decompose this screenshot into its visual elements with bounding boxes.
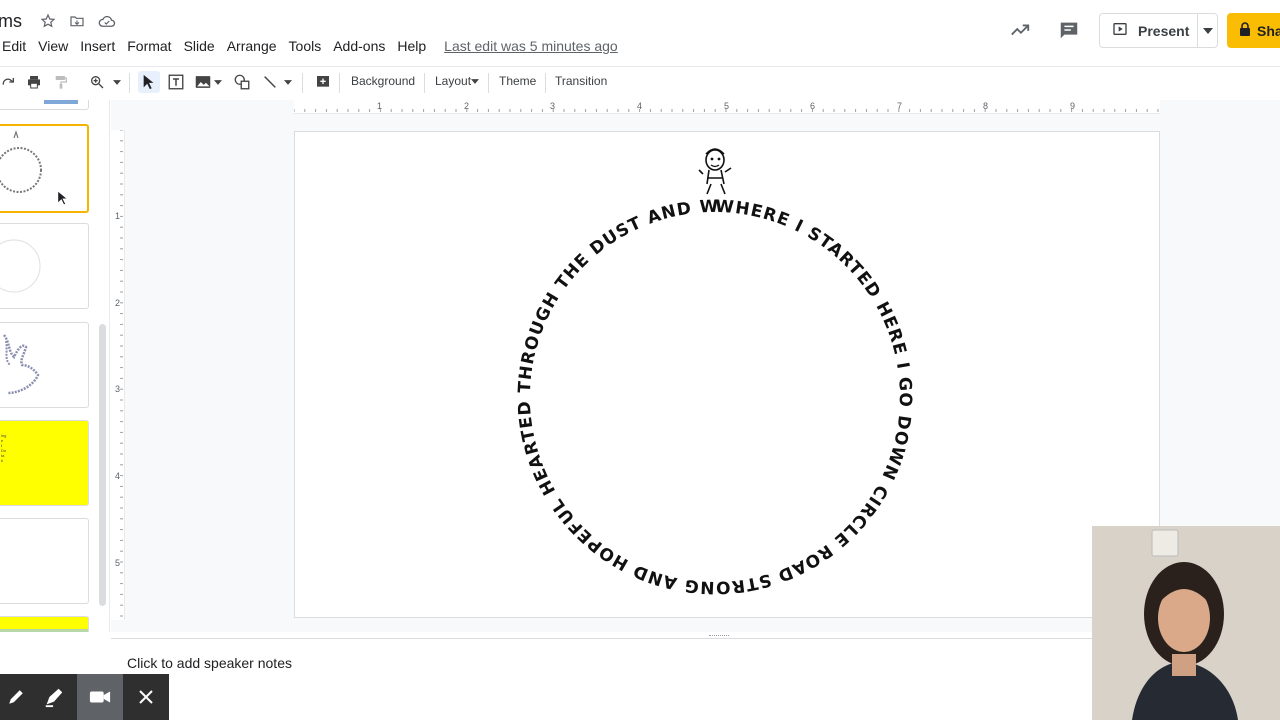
transition-button[interactable]: Transition: [555, 74, 607, 88]
toolbar: Background Layout Theme Transition: [0, 66, 1280, 96]
share-button[interactable]: Sha: [1227, 13, 1280, 48]
zoom-icon[interactable]: [86, 71, 108, 93]
thumbnail-hand-drawing: [2, 334, 40, 395]
filmstrip-scrollbar[interactable]: [99, 324, 106, 606]
annotation-toolbar: [0, 674, 169, 720]
ruler-number: 4: [115, 471, 121, 481]
cloud-status-icon[interactable]: [98, 12, 116, 30]
highlighter-icon[interactable]: [31, 674, 77, 720]
speaker-notes-placeholder[interactable]: Click to add speaker notes: [127, 655, 292, 671]
image-icon[interactable]: [192, 71, 214, 93]
layout-dropdown-icon: [469, 75, 481, 87]
ruler-number: 1: [377, 101, 383, 111]
toolbar-divider: [339, 73, 340, 93]
zoom-dropdown[interactable]: [111, 71, 123, 93]
mouse-cursor-icon: [57, 190, 69, 206]
document-title[interactable]: ms: [0, 11, 22, 32]
toolbar-divider: [302, 73, 303, 93]
slide-thumbnail-green[interactable]: [0, 616, 89, 632]
last-edit-link[interactable]: Last edit was 5 minutes ago: [444, 38, 618, 54]
thumbnail-faint-circle: [0, 239, 41, 293]
slide-thumbnail[interactable]: [0, 322, 89, 408]
ruler-number: 9: [1070, 101, 1076, 111]
ruler-number: 2: [464, 101, 470, 111]
line-dropdown[interactable]: [282, 71, 294, 93]
theme-button[interactable]: Theme: [499, 74, 536, 88]
image-dropdown[interactable]: [212, 71, 224, 93]
present-label: Present: [1138, 22, 1190, 39]
menu-add-ons[interactable]: Add-ons: [327, 38, 391, 54]
background-button[interactable]: Background: [351, 74, 415, 88]
ruler-number: 5: [115, 558, 121, 568]
slide-thumbnail[interactable]: [0, 100, 89, 110]
shape-icon[interactable]: [231, 71, 253, 93]
present-icon: [1112, 21, 1128, 40]
slide-thumbnail-yellow[interactable]: ing e i Do ta ti: [0, 420, 89, 506]
horizontal-ruler[interactable]: 1 2 3 4 5 6 7 8 9: [294, 100, 1160, 114]
ruler-number: 1: [115, 211, 121, 221]
toolbar-divider: [424, 73, 425, 93]
ruler-number: 3: [550, 101, 556, 111]
layout-button[interactable]: Layout: [435, 74, 471, 88]
menu-format[interactable]: Format: [121, 38, 177, 54]
ruler-number: 6: [810, 101, 816, 111]
ruler-number: 5: [724, 101, 730, 111]
ruler-ticks: [120, 130, 123, 617]
close-icon[interactable]: [123, 674, 169, 720]
camera-icon[interactable]: [77, 674, 123, 720]
menu-help[interactable]: Help: [391, 38, 432, 54]
toolbar-divider: [488, 73, 489, 93]
comment-icon[interactable]: [1057, 18, 1081, 42]
slides-editor-window: ms Edit View Insert Format Slide Arrange…: [0, 0, 1280, 720]
ruler-number: 8: [983, 101, 989, 111]
notes-resize-handle[interactable]: [709, 635, 729, 638]
menu-arrange[interactable]: Arrange: [221, 38, 283, 54]
star-icon[interactable]: [39, 12, 57, 30]
ruler-number: 4: [637, 101, 643, 111]
ruler-number: 3: [115, 384, 121, 394]
line-icon[interactable]: [259, 71, 281, 93]
toolbar-divider: [129, 73, 130, 93]
text-box-icon[interactable]: [165, 71, 187, 93]
menu-view[interactable]: View: [32, 38, 74, 54]
webcam-overlay: [1092, 526, 1280, 720]
menu-bar: Edit View Insert Format Slide Arrange To…: [0, 36, 618, 56]
menu-insert[interactable]: Insert: [74, 38, 121, 54]
menu-edit[interactable]: Edit: [0, 38, 32, 54]
character-doodle: [698, 148, 732, 195]
circle-text-path: WHERE I STARTED HERE I GO DOWN CIRCLE RO…: [287, 117, 914, 597]
new-comment-icon[interactable]: [312, 71, 334, 93]
slide-canvas[interactable]: WHERE I STARTED HERE I GO DOWN CIRCLE RO…: [287, 117, 1161, 619]
presenter-video: [1092, 526, 1280, 720]
menu-slide[interactable]: Slide: [178, 38, 221, 54]
present-options-button[interactable]: [1198, 27, 1217, 34]
activity-trend-icon[interactable]: [1008, 18, 1032, 42]
print-icon[interactable]: [23, 71, 45, 93]
present-button[interactable]: Present: [1100, 14, 1198, 47]
thumbnail-text-lines: ing e i Do ta ti: [1, 433, 61, 463]
lock-icon: [1239, 22, 1251, 39]
redo-icon[interactable]: [0, 71, 19, 93]
slide-filmstrip[interactable]: ing e i Do ta ti: [0, 100, 110, 632]
select-icon[interactable]: [138, 71, 160, 93]
present-button-group: Present: [1099, 13, 1218, 48]
thumbnail-text-block: [44, 100, 78, 104]
share-label: Sha: [1257, 22, 1280, 39]
thumbnail-line: ti: [1, 458, 3, 463]
vertical-ruler[interactable]: 1 2 3 4 5: [111, 130, 125, 620]
toolbar-divider: [545, 73, 546, 93]
move-to-folder-icon[interactable]: [68, 12, 86, 30]
slide-thumbnail-blank[interactable]: [0, 518, 89, 604]
thumbnail-yellow-band: [0, 617, 88, 629]
circle-text: WHERE I STARTED HERE I GO DOWN CIRCLE RO…: [295, 132, 915, 597]
paint-format-icon[interactable]: [50, 71, 72, 93]
menu-tools[interactable]: Tools: [283, 38, 328, 54]
ruler-number: 2: [115, 298, 121, 308]
circle-text-drawing[interactable]: WHERE I STARTED HERE I GO DOWN CIRCLE RO…: [287, 117, 1161, 619]
slide-thumbnail-selected[interactable]: [0, 124, 89, 213]
thumbnail-circle-drawing: [0, 130, 42, 193]
slide-thumbnail[interactable]: [0, 223, 89, 309]
pen-icon[interactable]: [0, 674, 31, 720]
ruler-number: 7: [897, 101, 903, 111]
